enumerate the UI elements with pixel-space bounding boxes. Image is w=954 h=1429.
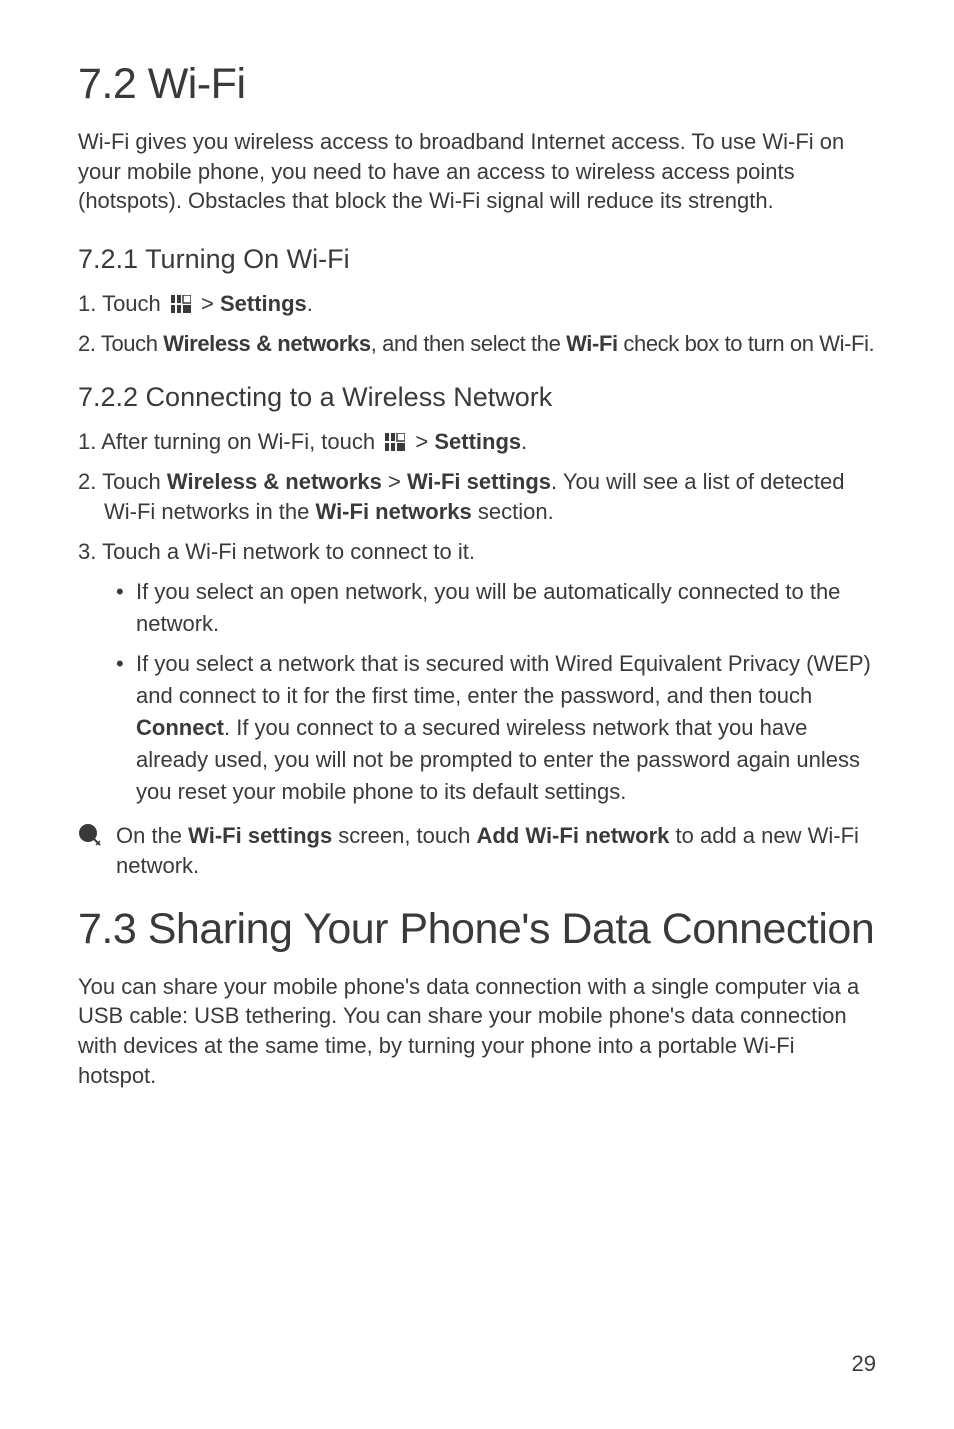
wifi-networks-label: Wi-Fi networks	[316, 499, 472, 524]
step-text: >	[382, 469, 407, 494]
wifi-label: Wi-Fi	[566, 331, 618, 356]
step-text: .	[521, 429, 527, 454]
wifi-settings-label: Wi-Fi settings	[407, 469, 551, 494]
connecting-bullet1: If you select an open network, you will …	[78, 576, 876, 640]
step-text: 1. After turning on Wi-Fi, touch	[78, 429, 381, 454]
turning-on-step2: 2. Touch Wireless & networks, and then s…	[78, 329, 876, 359]
wireless-networks-label: Wireless & networks	[167, 469, 382, 494]
page-number: 29	[852, 1351, 876, 1377]
turning-on-step1: 1. Touch > Settings.	[78, 289, 876, 319]
settings-label: Settings	[434, 429, 521, 454]
subheading-turning-on: 7.2.1 Turning On Wi-Fi	[78, 244, 876, 275]
wifi-note: On the Wi-Fi settings screen, touch Add …	[78, 821, 876, 880]
step-text: section.	[472, 499, 554, 524]
subheading-connecting: 7.2.2 Connecting to a Wireless Network	[78, 382, 876, 413]
connect-label: Connect	[136, 715, 224, 740]
step-text: check box to turn on Wi-Fi.	[618, 331, 875, 356]
step-text: .	[307, 291, 313, 316]
apps-grid-icon	[171, 295, 191, 313]
note-fragment: screen, touch	[332, 823, 476, 848]
bullet-text: . If you connect to a secured wireless n…	[136, 715, 860, 804]
connecting-bullet2: If you select a network that is secured …	[78, 648, 876, 807]
step-text: , and then select the	[371, 331, 566, 356]
step-text: 1. Touch	[78, 291, 167, 316]
sharing-intro: You can share your mobile phone's data c…	[78, 972, 876, 1091]
add-wifi-label: Add Wi-Fi network	[477, 823, 670, 848]
tip-icon	[78, 823, 108, 852]
section-heading-sharing: 7.3 Sharing Your Phone's Data Connection	[78, 905, 876, 954]
note-fragment: On the	[116, 823, 188, 848]
bullet-text: If you select a network that is secured …	[136, 651, 871, 708]
wifi-intro: Wi-Fi gives you wireless access to broad…	[78, 127, 876, 216]
step-text: 2. Touch	[78, 331, 163, 356]
connecting-step2: 2. Touch Wireless & networks > Wi-Fi set…	[78, 467, 876, 526]
step-text: >	[195, 291, 220, 316]
step-text: >	[409, 429, 434, 454]
connecting-step3: 3. Touch a Wi-Fi network to connect to i…	[78, 537, 876, 567]
section-heading-wifi: 7.2 Wi-Fi	[78, 60, 876, 109]
note-text: On the Wi-Fi settings screen, touch Add …	[116, 821, 876, 880]
wireless-networks-label: Wireless & networks	[163, 331, 370, 356]
apps-grid-icon	[385, 433, 405, 451]
connecting-step1: 1. After turning on Wi-Fi, touch > Setti…	[78, 427, 876, 457]
step-text: 2. Touch	[78, 469, 167, 494]
wifi-settings-label: Wi-Fi settings	[188, 823, 332, 848]
settings-label: Settings	[220, 291, 307, 316]
